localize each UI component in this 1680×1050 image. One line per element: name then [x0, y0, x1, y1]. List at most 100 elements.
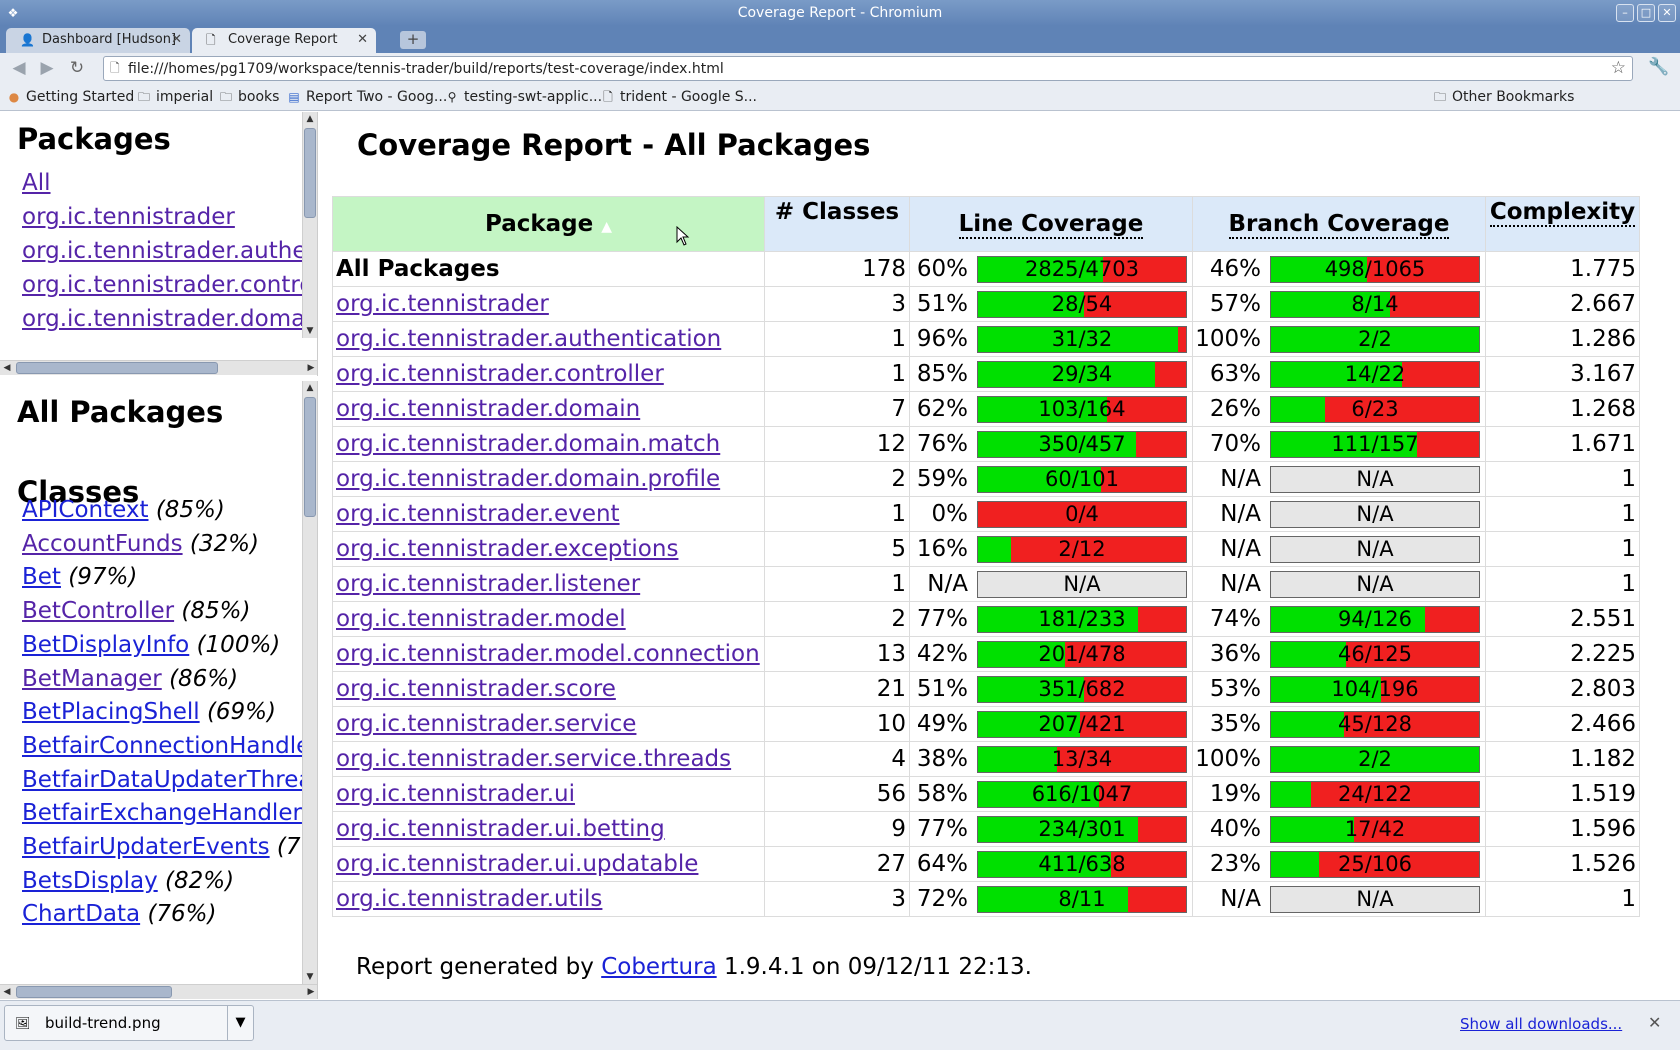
- package-link[interactable]: org.ic.tennistrader: [336, 291, 549, 317]
- bookmark-imperial[interactable]: 🗀 imperial: [136, 87, 213, 107]
- vertical-scrollbar[interactable]: ▲ ▼: [302, 112, 317, 338]
- scrollbar-thumb[interactable]: [16, 362, 218, 374]
- bookmark-getting-started[interactable]: ● Getting Started: [6, 87, 135, 107]
- class-link[interactable]: BetfairUpdaterEvents: [22, 834, 270, 860]
- url-input[interactable]: [128, 59, 1588, 78]
- package-link[interactable]: org.ic.tennistrader.service: [336, 711, 636, 737]
- line-coverage-bar: 8/11: [977, 885, 1187, 913]
- minimize-button[interactable]: –: [1616, 4, 1634, 22]
- maximize-button[interactable]: □: [1637, 4, 1655, 22]
- tab-dashboard[interactable]: 👤 Dashboard [Hudson] ✕: [6, 28, 190, 53]
- line-coverage-wrap: 16% 2/12: [910, 534, 1192, 565]
- package-link[interactable]: org.ic.tennistrader.ui.updatable: [336, 851, 698, 877]
- class-link[interactable]: BetManager: [22, 666, 162, 692]
- chevron-down-icon[interactable]: ▼: [227, 1006, 253, 1040]
- star-icon[interactable]: ☆: [1611, 58, 1626, 78]
- show-all-downloads-link[interactable]: Show all downloads...: [1460, 1015, 1622, 1033]
- package-link[interactable]: org.ic.tennistrader.domain.profile: [336, 466, 720, 492]
- line-coverage-column-header[interactable]: Line Coverage: [909, 196, 1193, 252]
- branch-coverage-bar: 14/22: [1270, 360, 1480, 388]
- class-link[interactable]: APIContext: [22, 497, 149, 523]
- package-column-header[interactable]: Package ▲: [332, 196, 765, 252]
- scroll-down-icon[interactable]: ▼: [303, 970, 317, 984]
- package-link[interactable]: org.ic.tennistrader.model.connection: [336, 641, 760, 667]
- package-link[interactable]: org.ic.tennistrader.event: [336, 501, 620, 527]
- package-link[interactable]: org.ic.tennistrader.domain.match: [336, 431, 720, 457]
- scroll-right-icon[interactable]: ▶: [304, 361, 317, 375]
- package-link[interactable]: org.ic.tennistrader.listener: [336, 571, 640, 597]
- package-link[interactable]: org.ic.tennistrader.exceptions: [336, 536, 678, 562]
- package-link[interactable]: org.ic.tennistrader.service.threads: [336, 746, 731, 772]
- line-coverage-percent: 76%: [916, 431, 968, 457]
- package-link[interactable]: org.ic.tennistrader.authentication: [336, 326, 721, 352]
- complexity-column-header[interactable]: Complexity: [1485, 196, 1640, 252]
- package-link[interactable]: org.ic.tennistrader.ui: [336, 781, 575, 807]
- close-window-button[interactable]: ✕: [1658, 4, 1676, 22]
- package-link[interactable]: org.ic.tennistrader.ui.betting: [336, 816, 665, 842]
- close-tab-icon[interactable]: ✕: [357, 28, 368, 52]
- vertical-scrollbar[interactable]: ▲ ▼: [302, 381, 317, 984]
- cobertura-link[interactable]: Cobertura: [601, 954, 716, 980]
- link-icon: ⚲: [447, 90, 457, 104]
- scrollbar-thumb[interactable]: [304, 128, 316, 218]
- scroll-up-icon[interactable]: ▲: [303, 112, 317, 126]
- complexity-cell: 1: [1485, 881, 1640, 917]
- class-coverage-percent: (97%): [68, 564, 138, 591]
- scroll-left-icon[interactable]: ◀: [0, 985, 14, 999]
- scrollbar-thumb[interactable]: [16, 986, 172, 998]
- horizontal-scrollbar[interactable]: ◀ ▶: [0, 984, 317, 999]
- class-link[interactable]: BetPlacingShell: [22, 699, 200, 725]
- bookmark-testing-swt[interactable]: ⚲ testing-swt-applic...: [444, 87, 602, 107]
- bookmark-report-two[interactable]: ▤ Report Two - Goog...: [286, 87, 447, 107]
- line-coverage-percent: 64%: [916, 851, 968, 877]
- package-link[interactable]: org.ic.tennistrader.score: [336, 676, 616, 702]
- class-link[interactable]: ChartData: [22, 901, 140, 927]
- package-link[interactable]: org.ic.tennistrader.authentication: [22, 238, 317, 264]
- close-tab-icon[interactable]: ✕: [171, 28, 182, 52]
- other-bookmarks[interactable]: 🗀 Other Bookmarks: [1432, 87, 1574, 107]
- package-name-cell: org.ic.tennistrader.ui: [332, 776, 765, 812]
- scroll-right-icon[interactable]: ▶: [304, 985, 317, 999]
- back-arrow-icon[interactable]: ◀: [8, 57, 30, 79]
- reload-icon[interactable]: ↻: [66, 57, 88, 79]
- download-item[interactable]: 🖼 build-trend.png ▼: [4, 1005, 254, 1041]
- package-link[interactable]: org.ic.tennistrader.domain: [22, 306, 317, 332]
- line-coverage-cell: 59% 60/101: [909, 461, 1193, 497]
- classes-column-header[interactable]: # Classes: [764, 196, 910, 252]
- scroll-up-icon[interactable]: ▲: [303, 381, 317, 395]
- class-link[interactable]: BetfairExchangeHandler: [22, 800, 302, 826]
- package-link[interactable]: org.ic.tennistrader: [22, 204, 235, 230]
- class-link[interactable]: BetController: [22, 598, 174, 624]
- all-packages-label: All Packages: [336, 256, 500, 282]
- wrench-icon[interactable]: 🔧: [1648, 57, 1669, 77]
- tab-coverage-report[interactable]: 🗋 Coverage Report ✕: [192, 28, 376, 53]
- class-link[interactable]: BetsDisplay: [22, 868, 158, 894]
- bookmark-books[interactable]: 🗀 books: [218, 87, 279, 107]
- scroll-left-icon[interactable]: ◀: [0, 361, 14, 375]
- package-link[interactable]: org.ic.tennistrader.utils: [336, 886, 602, 912]
- class-link[interactable]: Bet: [22, 564, 61, 590]
- class-list-item: ChartData (76%): [22, 901, 217, 927]
- package-link[interactable]: org.ic.tennistrader.model: [336, 606, 626, 632]
- new-tab-button[interactable]: +: [400, 31, 426, 49]
- close-shelf-icon[interactable]: ✕: [1648, 1013, 1661, 1032]
- scrollbar-thumb[interactable]: [304, 397, 316, 517]
- line-coverage-cell: 96% 31/32: [909, 321, 1193, 357]
- line-coverage-wrap: 85% 29/34: [910, 359, 1192, 390]
- branch-coverage-column-header[interactable]: Branch Coverage: [1192, 196, 1486, 252]
- scroll-down-icon[interactable]: ▼: [303, 324, 317, 338]
- package-link[interactable]: org.ic.tennistrader.controller: [22, 272, 317, 298]
- address-bar[interactable]: 🗋 ☆: [103, 56, 1633, 81]
- class-link[interactable]: BetfairDataUpdaterThread: [22, 767, 317, 793]
- package-link[interactable]: org.ic.tennistrader.controller: [336, 361, 664, 387]
- bookmark-trident[interactable]: 🗋 trident - Google S...: [600, 87, 757, 107]
- line-coverage-percent: 85%: [916, 361, 968, 387]
- forward-arrow-icon[interactable]: ▶: [36, 57, 58, 79]
- class-link[interactable]: AccountFunds: [22, 531, 183, 557]
- class-link[interactable]: BetfairConnectionHandler: [22, 733, 317, 759]
- window-menu-icon[interactable]: ❖: [6, 6, 20, 20]
- class-link[interactable]: BetDisplayInfo: [22, 632, 189, 658]
- package-link[interactable]: org.ic.tennistrader.domain: [336, 396, 640, 422]
- horizontal-scrollbar[interactable]: ◀ ▶: [0, 360, 317, 375]
- package-link-all[interactable]: All: [22, 170, 51, 196]
